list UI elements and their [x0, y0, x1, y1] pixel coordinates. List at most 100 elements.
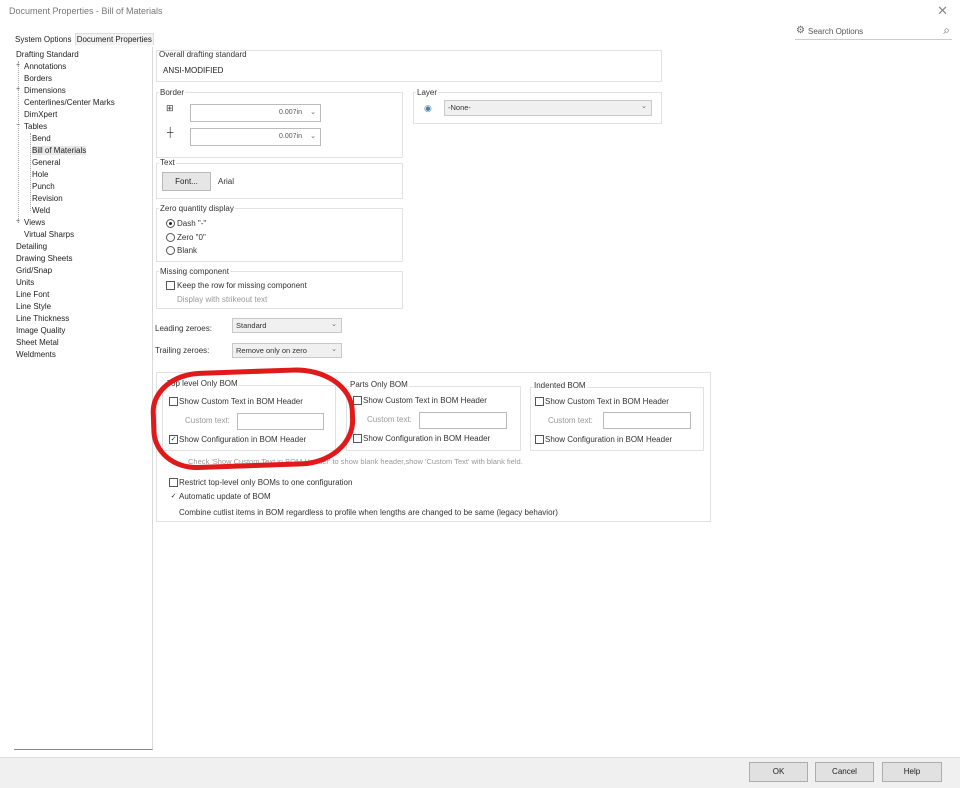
- tree-item-bill-of-materials[interactable]: Bill of Materials: [32, 146, 87, 155]
- cancel-button[interactable]: Cancel: [815, 762, 874, 782]
- ok-button[interactable]: OK: [749, 762, 808, 782]
- tree-item-hole[interactable]: Hole: [32, 170, 48, 179]
- border-group: [156, 92, 403, 158]
- font-button[interactable]: Font...: [162, 172, 211, 191]
- border-label: Border: [159, 88, 186, 97]
- expand-icon[interactable]: +: [16, 218, 20, 225]
- tab-system-options[interactable]: System Options: [14, 34, 72, 45]
- overall-standard-value: ANSI-MODIFIED: [163, 66, 224, 75]
- search-options[interactable]: ⚙ Search Options ⌕: [795, 23, 952, 40]
- overall-standard-label: Overall drafting standard: [159, 50, 247, 59]
- restrict-label: Restrict top-level only BOMs to one conf…: [179, 478, 353, 487]
- tree-item-drafting-standard[interactable]: Drafting Standard: [16, 50, 79, 59]
- tree-item-dimxpert[interactable]: DimXpert: [24, 110, 57, 119]
- chevron-down-icon: ⌄: [331, 346, 337, 353]
- chevron-down-icon: ⌄: [641, 103, 647, 110]
- border-thickness-2-select[interactable]: 0.007in ⌄: [190, 128, 321, 146]
- keep-row-checkbox[interactable]: [166, 281, 175, 290]
- indented-show-config-checkbox[interactable]: [535, 435, 544, 444]
- auto-update-checkbox[interactable]: ✓: [169, 492, 178, 501]
- tree-item-punch[interactable]: Punch: [32, 182, 55, 191]
- tab-document-properties[interactable]: Document Properties: [74, 33, 154, 45]
- zero-dash-label: Dash "-": [177, 219, 207, 228]
- border-thickness-2-value: 0.007in: [279, 133, 302, 140]
- missing-component-label: Missing component: [159, 267, 230, 276]
- border-thickness-icon: ⊞: [166, 103, 174, 113]
- search-input[interactable]: Search Options: [808, 27, 863, 36]
- parts-custom-text-input[interactable]: [419, 412, 507, 429]
- border-thickness-1-value: 0.007in: [279, 109, 302, 116]
- tree-item-line-style[interactable]: Line Style: [16, 302, 51, 311]
- indented-custom-text-label: Show Custom Text in BOM Header: [545, 397, 669, 406]
- tree-item-weldments[interactable]: Weldments: [16, 350, 56, 359]
- indented-custom-text-field-label: Custom text:: [548, 416, 593, 425]
- tree-item-grid-snap[interactable]: Grid/Snap: [16, 266, 52, 275]
- tree-item-weld[interactable]: Weld: [32, 206, 50, 215]
- chevron-down-icon: ⌄: [331, 321, 337, 328]
- tree-item-general[interactable]: General: [32, 158, 60, 167]
- tree-item-bend[interactable]: Bend: [32, 134, 51, 143]
- chevron-down-icon: ⌄: [310, 109, 316, 116]
- leading-zeroes-label: Leading zeroes:: [155, 324, 212, 333]
- zero-dash-radio[interactable]: [166, 219, 175, 228]
- indented-bom-title: Indented BOM: [533, 381, 587, 390]
- text-label: Text: [159, 158, 176, 167]
- expand-icon[interactable]: +: [16, 62, 20, 69]
- tree-item-image-quality[interactable]: Image Quality: [16, 326, 65, 335]
- parts-show-config-checkbox[interactable]: [353, 434, 362, 443]
- tree-item-dimensions[interactable]: Dimensions: [24, 86, 66, 95]
- zero-blank-radio[interactable]: [166, 246, 175, 255]
- tree-item-drawing-sheets[interactable]: Drawing Sheets: [16, 254, 72, 263]
- parts-only-bom-title: Parts Only BOM: [349, 380, 409, 389]
- strikeout-label: Display with strikeout text: [177, 295, 268, 304]
- tree-item-revision[interactable]: Revision: [32, 194, 63, 203]
- parts-custom-text-label: Show Custom Text in BOM Header: [363, 396, 487, 405]
- layer-select[interactable]: -None- ⌄: [444, 100, 652, 116]
- trailing-zeroes-value: Remove only on zero: [236, 346, 307, 355]
- border-inner-icon: ┼: [167, 127, 174, 137]
- options-tree: Drafting Standard + Annotations Borders …: [14, 47, 153, 750]
- restrict-checkbox[interactable]: [169, 478, 178, 487]
- combine-label: Combine cutlist items in BOM regardless …: [179, 508, 558, 517]
- keep-row-label: Keep the row for missing component: [177, 281, 307, 290]
- indented-custom-text-checkbox[interactable]: [535, 397, 544, 406]
- tree-item-centerlines[interactable]: Centerlines/Center Marks: [24, 98, 115, 107]
- gear-icon: ⚙: [796, 25, 805, 36]
- zero-zero-label: Zero "0": [177, 233, 206, 242]
- trailing-zeroes-select[interactable]: Remove only on zero ⌄: [232, 343, 342, 358]
- font-name: Arial: [218, 177, 235, 186]
- window-title: Document Properties - Bill of Materials: [9, 6, 163, 16]
- layer-value: -None-: [448, 103, 471, 112]
- tree-item-units[interactable]: Units: [16, 278, 34, 287]
- layer-label: Layer: [416, 88, 439, 97]
- chevron-down-icon: ⌄: [310, 133, 316, 140]
- combine-checkbox[interactable]: [169, 508, 178, 517]
- expand-icon[interactable]: +: [16, 86, 20, 93]
- tree-item-line-font[interactable]: Line Font: [16, 290, 49, 299]
- parts-show-config-label: Show Configuration in BOM Header: [363, 434, 491, 443]
- tree-item-annotations[interactable]: Annotations: [24, 62, 66, 71]
- auto-update-label: Automatic update of BOM: [179, 492, 271, 501]
- tree-item-views[interactable]: Views: [24, 218, 45, 227]
- indented-show-config-label: Show Configuration in BOM Header: [545, 435, 673, 444]
- tree-item-virtual-sharps[interactable]: Virtual Sharps: [24, 230, 74, 239]
- parts-custom-text-field-label: Custom text:: [367, 415, 412, 424]
- layer-icon: ◉: [424, 103, 432, 113]
- tree-item-sheet-metal[interactable]: Sheet Metal: [16, 338, 59, 347]
- leading-zeroes-select[interactable]: Standard ⌄: [232, 318, 342, 333]
- border-thickness-1-select[interactable]: 0.007in ⌄: [190, 104, 321, 122]
- parts-custom-text-checkbox[interactable]: [353, 396, 362, 405]
- zero-zero-radio[interactable]: [166, 233, 175, 242]
- leading-zeroes-value: Standard: [236, 321, 267, 330]
- zero-blank-label: Blank: [177, 246, 198, 255]
- collapse-icon[interactable]: −: [16, 122, 20, 129]
- tree-item-detailing[interactable]: Detailing: [16, 242, 47, 251]
- close-icon[interactable]: ✕: [937, 3, 948, 19]
- tree-item-borders[interactable]: Borders: [24, 74, 52, 83]
- help-button[interactable]: Help: [882, 762, 942, 782]
- search-icon[interactable]: ⌕: [943, 23, 950, 38]
- tree-item-tables[interactable]: Tables: [24, 122, 47, 131]
- indented-custom-text-input[interactable]: [603, 412, 691, 429]
- zero-quantity-label: Zero quantity display: [159, 204, 235, 213]
- tree-item-line-thickness[interactable]: Line Thickness: [16, 314, 69, 323]
